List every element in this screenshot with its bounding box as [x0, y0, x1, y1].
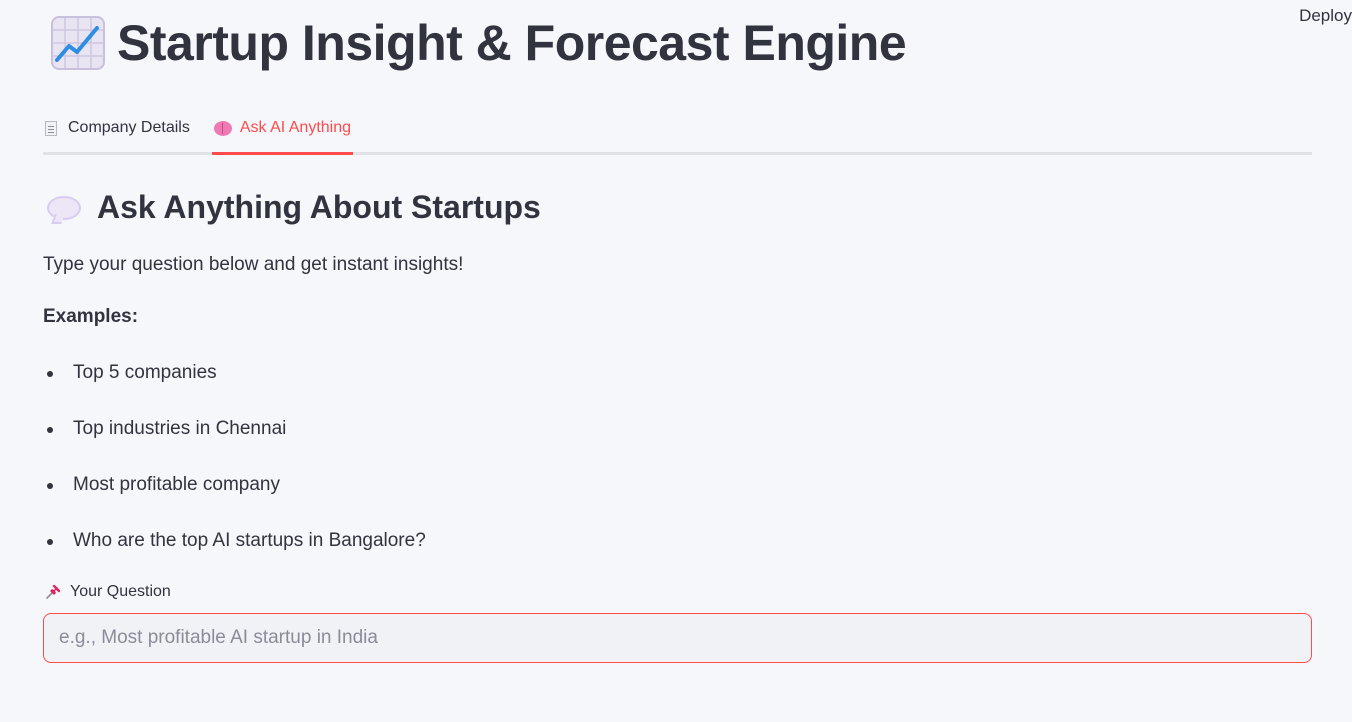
page-title: Startup Insight & Forecast Engine — [117, 15, 907, 71]
list-item: Top 5 companies — [43, 362, 426, 418]
speech-balloon-icon — [47, 195, 81, 220]
intro-text: Type your question below and get instant… — [43, 254, 464, 275]
example-text: Most profitable company — [73, 474, 280, 495]
example-text: Top 5 companies — [73, 362, 217, 383]
tab-bar: Company Details Ask AI Anything — [43, 104, 1312, 155]
list-item: Who are the top AI startups in Bangalore… — [43, 530, 426, 586]
pushpin-icon — [46, 584, 61, 599]
bullet — [47, 539, 53, 545]
list-item: Most profitable company — [43, 474, 426, 530]
tab-ask-ai-anything[interactable]: Ask AI Anything — [211, 104, 354, 155]
page-header: Startup Insight & Forecast Engine — [51, 14, 907, 72]
tab-company-details[interactable]: Company Details — [43, 104, 192, 152]
section-heading: Ask Anything About Startups — [47, 189, 541, 226]
examples-label: Examples: — [43, 306, 139, 327]
tab-label: Ask AI Anything — [239, 119, 352, 136]
deploy-button[interactable]: Deploy — [1299, 6, 1352, 26]
question-input[interactable] — [43, 613, 1312, 663]
examples-list: Top 5 companies Top industries in Chenna… — [43, 362, 426, 586]
list-item: Top industries in Chennai — [43, 418, 426, 474]
example-text: Who are the top AI startups in Bangalore… — [73, 530, 426, 551]
bullet — [47, 427, 53, 433]
tab-label: Company Details — [68, 119, 190, 136]
brain-icon — [213, 120, 232, 136]
document-icon — [45, 120, 57, 136]
bullet — [47, 371, 53, 377]
example-text: Top industries in Chennai — [73, 418, 287, 439]
bullet — [47, 483, 53, 489]
question-label: Your Question — [45, 583, 171, 601]
chart-increasing-icon — [51, 16, 105, 70]
question-label-text: Your Question — [70, 583, 171, 600]
section-title: Ask Anything About Startups — [97, 189, 541, 225]
